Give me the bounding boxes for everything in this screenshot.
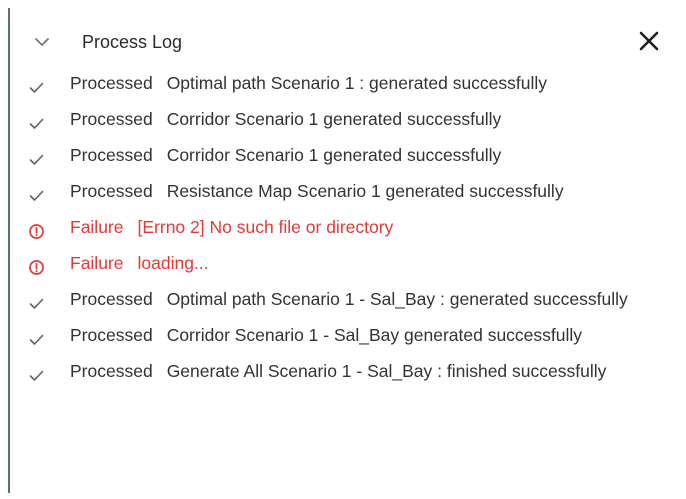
log-entry: Processed Corridor Scenario 1 generated s… <box>14 140 674 171</box>
log-entry: Processed Corridor Scenario 1 - Sal_Bay g… <box>14 320 674 351</box>
status-label: Processed <box>70 361 153 381</box>
log-entry: Failure [Errno 2] No such file or directo… <box>14 212 674 243</box>
checkmark-icon <box>28 75 45 93</box>
checkmark-icon <box>28 363 45 381</box>
status-label: Processed <box>70 325 153 345</box>
status-label: Processed <box>70 145 153 165</box>
map-edge-line <box>8 8 10 493</box>
error-circle-icon <box>28 255 45 275</box>
checkmark-icon <box>28 291 45 309</box>
panel-title: Process Log <box>82 32 183 52</box>
status-label: Failure <box>70 217 124 237</box>
status-label: Processed <box>70 73 153 93</box>
status-label: Processed <box>70 289 153 309</box>
log-message: Corridor Scenario 1 - Sal_Bay generated … <box>166 325 583 345</box>
chevron-down-icon[interactable] <box>32 32 52 52</box>
panel-header: Process Log <box>14 22 674 62</box>
log-message: Generate All Scenario 1 - Sal_Bay : fini… <box>166 361 607 381</box>
status-label: Failure <box>70 253 124 273</box>
log-message: Corridor Scenario 1 generated successful… <box>166 145 502 165</box>
log-entry: Processed Generate All Scenario 1 - Sal_B… <box>14 356 674 387</box>
process-log-page: Process Log Processed Optimal path Scenar… <box>0 0 686 499</box>
log-message: Resistance Map Scenario 1 generated succ… <box>166 181 564 201</box>
process-log-panel: Process Log Processed Optimal path Scenar… <box>14 0 682 499</box>
checkmark-icon <box>28 147 45 165</box>
log-list: Processed Optimal path Scenario 1 : gener… <box>14 68 674 392</box>
log-entry: Processed Corridor Scenario 1 generated s… <box>14 104 674 135</box>
log-entry: Failure loading... <box>14 248 674 279</box>
close-icon[interactable] <box>636 28 662 54</box>
log-message: Optimal path Scenario 1 : generated succ… <box>166 73 548 93</box>
log-message: [Errno 2] No such file or directory <box>137 217 394 237</box>
status-label: Processed <box>70 109 153 129</box>
checkmark-icon <box>28 183 45 201</box>
log-entry: Processed Resistance Map Scenario 1 gener… <box>14 176 674 207</box>
log-message: Corridor Scenario 1 generated successful… <box>166 109 502 129</box>
checkmark-icon <box>28 111 45 129</box>
checkmark-icon <box>28 327 45 345</box>
log-message: Optimal path Scenario 1 - Sal_Bay : gene… <box>166 289 628 309</box>
status-label: Processed <box>70 181 153 201</box>
log-message: loading... <box>137 253 209 273</box>
log-entry: Processed Optimal path Scenario 1 - Sal_B… <box>14 284 674 315</box>
error-circle-icon <box>28 219 45 239</box>
log-entry: Processed Optimal path Scenario 1 : gener… <box>14 68 674 99</box>
map-edge <box>0 0 10 499</box>
